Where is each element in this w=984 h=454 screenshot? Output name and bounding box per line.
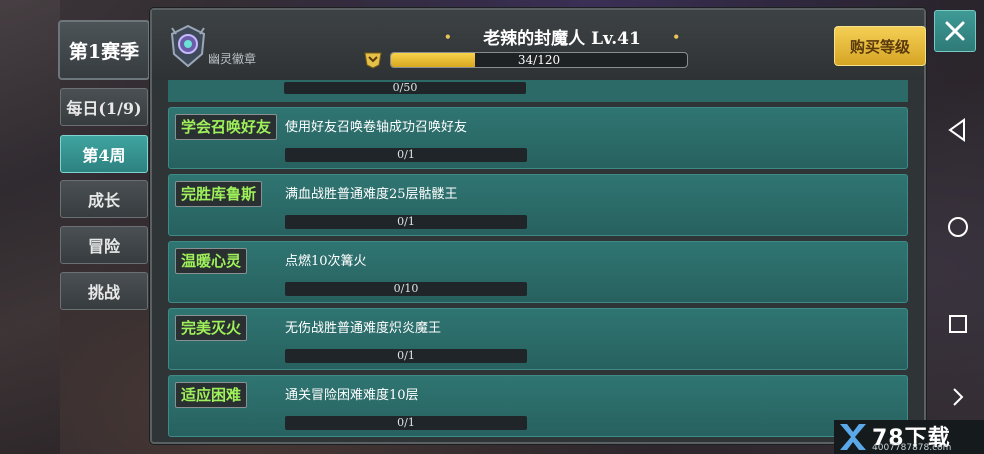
quest-description: 通关冒险困难难度10层 bbox=[285, 388, 419, 403]
quest-name: 完美灭火 bbox=[175, 315, 248, 341]
buy-level-button[interactable]: 购买等级 bbox=[834, 26, 926, 66]
quest-description: 无伤战胜普通难度炽炎魔王 bbox=[285, 321, 442, 336]
watermark: 78下载 4007787878.com bbox=[834, 420, 984, 454]
quest-description: 满血战胜普通难度25层骷髅王 bbox=[285, 187, 458, 202]
tab-adventure[interactable]: 冒险 bbox=[60, 226, 148, 264]
quest-panel: 幽灵徽章 • 老辣的封魔人 Lv.41 • 34/120 购买等级 0/50 学… bbox=[150, 8, 926, 444]
home-icon[interactable] bbox=[944, 213, 972, 241]
quest-row: 完胜库鲁斯 满血战胜普通难度25层骷髅王 0/1 bbox=[168, 174, 908, 236]
quest-progress: 0/50 bbox=[284, 82, 526, 94]
watermark-url: 4007787878.com bbox=[872, 443, 952, 453]
close-button[interactable] bbox=[934, 10, 976, 52]
recent-icon[interactable] bbox=[944, 310, 972, 338]
panel-header: 幽灵徽章 • 老辣的封魔人 Lv.41 • 34/120 购买等级 bbox=[152, 10, 926, 80]
quest-name: 适应困难 bbox=[175, 382, 248, 408]
tab-daily[interactable]: 每日(1/9) bbox=[60, 88, 148, 126]
tab-growth[interactable]: 成长 bbox=[60, 180, 148, 218]
quest-row: 适应困难 通关冒险困难难度10层 0/1 bbox=[168, 375, 908, 437]
close-icon bbox=[945, 21, 965, 41]
quest-name: 完胜库鲁斯 bbox=[175, 181, 263, 207]
quest-progress: 0/1 bbox=[285, 215, 527, 229]
ghost-badge-icon bbox=[170, 24, 206, 68]
quest-progress: 0/1 bbox=[285, 148, 527, 162]
quest-progress: 0/10 bbox=[285, 282, 527, 296]
back-icon[interactable] bbox=[944, 116, 972, 144]
page-title: • 老辣的封魔人 Lv.41 • bbox=[432, 24, 692, 49]
level-progress-text: 34/120 bbox=[517, 53, 561, 67]
tab-challenge-label: 挑战 bbox=[87, 283, 120, 302]
quest-row-partial: 0/50 bbox=[168, 80, 908, 102]
tab-challenge[interactable]: 挑战 bbox=[60, 272, 148, 310]
quest-description: 点燃10次篝火 bbox=[285, 254, 367, 269]
quest-name: 温暖心灵 bbox=[175, 248, 248, 274]
quest-name: 学会召唤好友 bbox=[175, 114, 278, 140]
quest-progress: 0/1 bbox=[285, 416, 527, 430]
level-icon bbox=[364, 52, 382, 69]
quest-row: 学会召唤好友 使用好友召唤卷轴成功召唤好友 0/1 bbox=[168, 107, 908, 169]
title-text: 老辣的封魔人 Lv.41 bbox=[483, 29, 641, 49]
tab-daily-label: 每日(1/9) bbox=[66, 99, 142, 118]
tab-adventure-label: 冒险 bbox=[87, 237, 120, 256]
title-ornament-left: • bbox=[444, 30, 452, 44]
season-label: 第1赛季 bbox=[68, 40, 140, 63]
tab-growth-label: 成长 bbox=[87, 191, 120, 210]
tab-week-label: 第4周 bbox=[82, 146, 126, 165]
chevron-right-icon[interactable] bbox=[944, 383, 972, 411]
title-ornament-right: • bbox=[672, 30, 680, 44]
quest-list[interactable]: 0/50 学会召唤好友 使用好友召唤卷轴成功召唤好友 0/1 完胜库鲁斯 满血战… bbox=[160, 80, 910, 440]
quest-progress: 0/1 bbox=[285, 349, 527, 363]
badge-label: 幽灵徽章 bbox=[208, 52, 257, 66]
season-tab[interactable]: 第1赛季 bbox=[58, 20, 150, 80]
watermark-logo-icon bbox=[840, 424, 866, 450]
quest-row: 完美灭火 无伤战胜普通难度炽炎魔王 0/1 bbox=[168, 308, 908, 370]
buy-level-label: 购买等级 bbox=[849, 37, 910, 56]
quest-row: 温暖心灵 点燃10次篝火 0/10 bbox=[168, 241, 908, 303]
tab-week[interactable]: 第4周 bbox=[60, 135, 148, 173]
background-rock bbox=[0, 0, 60, 454]
quest-description: 使用好友召唤卷轴成功召唤好友 bbox=[285, 120, 468, 135]
